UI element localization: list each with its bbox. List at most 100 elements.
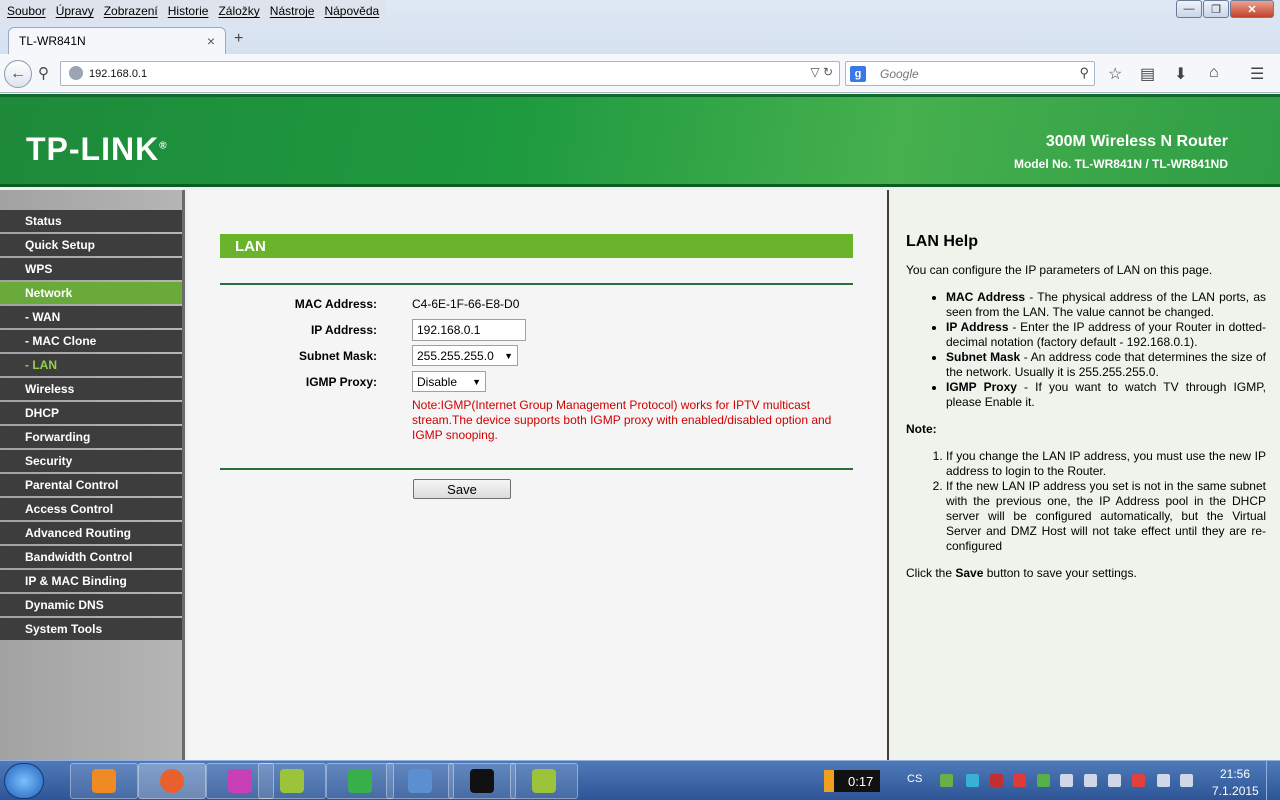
audio-icon[interactable] bbox=[1084, 774, 1097, 787]
nav-lan[interactable]: - LAN bbox=[0, 354, 182, 376]
url-bar[interactable]: 192.168.0.1 ▽ ↻ bbox=[60, 61, 840, 86]
nav-dynamic-dns[interactable]: Dynamic DNS bbox=[0, 594, 182, 616]
model-number: Model No. TL-WR841N / TL-WR841ND bbox=[1013, 157, 1228, 171]
tab-close-icon[interactable]: × bbox=[207, 33, 215, 49]
cmd-icon bbox=[470, 769, 494, 793]
bookmark-star-icon[interactable]: ☆ bbox=[1108, 64, 1122, 84]
sims-icon bbox=[348, 769, 372, 793]
mac-address-label: MAC Address: bbox=[294, 297, 377, 311]
help-field-list: MAC Address - The physical address of th… bbox=[906, 290, 1266, 410]
nav-wan[interactable]: - WAN bbox=[0, 306, 182, 328]
ip-address-label: IP Address: bbox=[310, 323, 377, 337]
help-term: Subnet Mask bbox=[946, 350, 1021, 364]
igmp-proxy-label: IGMP Proxy: bbox=[305, 375, 377, 389]
battery-icon[interactable] bbox=[1157, 774, 1170, 787]
key-icon[interactable]: ⚲ bbox=[38, 64, 49, 82]
help-footer-pre: Click the bbox=[906, 566, 956, 580]
action-center-icon[interactable] bbox=[1132, 774, 1145, 787]
clock-date[interactable]: 7.1.2015 bbox=[1212, 784, 1259, 798]
help-item-igmp: IGMP Proxy - If you want to watch TV thr… bbox=[946, 380, 1266, 410]
igmp-proxy-select[interactable]: Disable ▼ bbox=[412, 371, 486, 392]
tray-app-icon[interactable] bbox=[1013, 774, 1026, 787]
nav-parental-control[interactable]: Parental Control bbox=[0, 474, 182, 496]
router-header: TP-LINK® 300M Wireless N Router Model No… bbox=[0, 94, 1280, 187]
close-window-button[interactable]: ✕ bbox=[1230, 0, 1274, 18]
nav-forwarding[interactable]: Forwarding bbox=[0, 426, 182, 448]
browser-chrome: Soubor Úpravy Zobrazení Historie Záložky… bbox=[0, 0, 1280, 93]
menu-upravy[interactable]: Úpravy bbox=[53, 4, 97, 18]
nav-dhcp[interactable]: DHCP bbox=[0, 402, 182, 424]
new-tab-button[interactable]: + bbox=[234, 30, 243, 48]
search-placeholder: Google bbox=[880, 66, 919, 81]
nav-system-tools[interactable]: System Tools bbox=[0, 618, 182, 640]
tab-tl-wr841n[interactable]: TL-WR841N × bbox=[8, 27, 226, 54]
nav-access-control[interactable]: Access Control bbox=[0, 498, 182, 520]
dropdown-arrow-icon: ▼ bbox=[472, 376, 481, 387]
taskbar-control-panel[interactable] bbox=[386, 763, 454, 799]
top-divider bbox=[220, 283, 853, 285]
nav-security[interactable]: Security bbox=[0, 450, 182, 472]
menu-historie[interactable]: Historie bbox=[165, 4, 212, 18]
taskbar-firefox[interactable] bbox=[138, 763, 206, 799]
mac-address-value: C4-6E-1F-66-E8-D0 bbox=[412, 297, 520, 311]
control-panel-icon bbox=[408, 769, 432, 793]
taskbar-app-1[interactable] bbox=[258, 763, 326, 799]
menu-soubor[interactable]: Soubor bbox=[4, 4, 49, 18]
menu-nastroje[interactable]: Nástroje bbox=[267, 4, 318, 18]
timer-widget[interactable]: 0:17 bbox=[824, 770, 880, 792]
bluetooth-icon[interactable] bbox=[1060, 774, 1073, 787]
download-icon[interactable]: ⬇ bbox=[1174, 64, 1187, 84]
show-desktop-button[interactable] bbox=[1266, 761, 1280, 800]
nav-ip-mac-binding[interactable]: IP & MAC Binding bbox=[0, 570, 182, 592]
nav-status[interactable]: Status bbox=[0, 210, 182, 232]
help-title: LAN Help bbox=[906, 233, 978, 250]
help-term: IP Address bbox=[946, 320, 1009, 334]
igmp-proxy-value: Disable bbox=[417, 374, 458, 389]
nav-wps[interactable]: WPS bbox=[0, 258, 182, 280]
help-footer-bold: Save bbox=[955, 566, 984, 580]
menu-zobrazeni[interactable]: Zobrazení bbox=[101, 4, 161, 18]
help-item-mac: MAC Address - The physical address of th… bbox=[946, 290, 1266, 320]
subnet-mask-label: Subnet Mask: bbox=[298, 349, 377, 363]
nav-bandwidth-control[interactable]: Bandwidth Control bbox=[0, 546, 182, 568]
subnet-mask-select[interactable]: 255.255.255.0 ▼ bbox=[412, 345, 518, 366]
igmp-note: Note:IGMP(Internet Group Management Prot… bbox=[412, 398, 832, 442]
taskbar-app-2[interactable] bbox=[510, 763, 578, 799]
tab-strip: TL-WR841N × + bbox=[0, 24, 1280, 54]
wifi-signal-icon[interactable] bbox=[1180, 774, 1193, 787]
search-icon[interactable]: ⚲ bbox=[1079, 65, 1089, 81]
nav-wireless[interactable]: Wireless bbox=[0, 378, 182, 400]
minimize-button[interactable]: — bbox=[1176, 0, 1202, 18]
ip-address-input[interactable]: 192.168.0.1 bbox=[412, 319, 526, 341]
taskbar-sims[interactable] bbox=[326, 763, 394, 799]
start-button[interactable] bbox=[4, 763, 44, 799]
reload-icon[interactable]: ▽ ↻ bbox=[810, 65, 833, 79]
restore-button[interactable]: ❐ bbox=[1203, 0, 1229, 18]
search-input[interactable]: g Google ⚲ bbox=[845, 61, 1095, 86]
bookmarks-list-icon[interactable]: ▤ bbox=[1140, 64, 1155, 84]
home-icon[interactable]: ⌂ bbox=[1209, 64, 1219, 82]
tray-app-icon[interactable] bbox=[990, 774, 1003, 787]
hamburger-menu-icon[interactable]: ☰ bbox=[1250, 64, 1264, 84]
tray-app-icon[interactable] bbox=[966, 774, 979, 787]
tray-app-icon[interactable] bbox=[1037, 774, 1050, 787]
language-indicator[interactable]: CS bbox=[907, 773, 922, 785]
nav-mac-clone[interactable]: - MAC Clone bbox=[0, 330, 182, 352]
taskbar-media-app[interactable] bbox=[70, 763, 138, 799]
google-search-engine-icon[interactable]: g bbox=[850, 66, 866, 82]
menu-zalozky[interactable]: Záložky bbox=[215, 4, 262, 18]
tray-app-icon[interactable] bbox=[940, 774, 953, 787]
taskbar-cmd[interactable] bbox=[448, 763, 516, 799]
nav-quick-setup[interactable]: Quick Setup bbox=[0, 234, 182, 256]
menu-napoveda[interactable]: Nápověda bbox=[321, 4, 382, 18]
help-note-item: If you change the LAN IP address, you mu… bbox=[946, 449, 1266, 479]
save-button[interactable]: Save bbox=[413, 479, 511, 499]
nav-advanced-routing[interactable]: Advanced Routing bbox=[0, 522, 182, 544]
back-button[interactable]: ← bbox=[4, 60, 32, 88]
nav-network[interactable]: Network bbox=[0, 282, 182, 304]
left-navigation-menu: Status Quick Setup WPS Network - WAN - M… bbox=[0, 190, 185, 760]
help-note-label: Note: bbox=[906, 422, 937, 436]
url-text: 192.168.0.1 bbox=[89, 67, 148, 80]
clock-time[interactable]: 21:56 bbox=[1220, 767, 1250, 781]
speaker-icon[interactable] bbox=[1108, 774, 1121, 787]
